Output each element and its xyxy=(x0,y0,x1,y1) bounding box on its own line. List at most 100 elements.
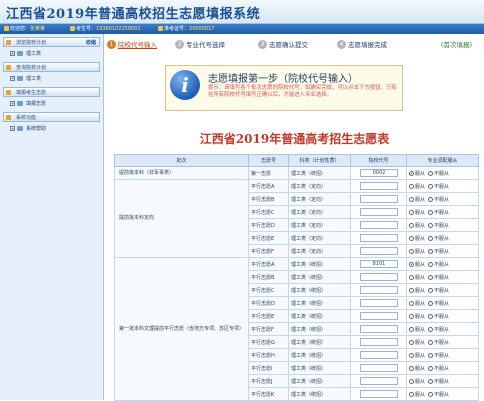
collapse-button[interactable]: 收缩 xyxy=(86,39,96,46)
school-code-input[interactable] xyxy=(359,195,398,203)
adjust-cell: 服从 不服从 xyxy=(406,244,479,258)
adjust-no-radio[interactable] xyxy=(428,222,434,228)
school-code-input[interactable] xyxy=(359,351,398,359)
adjust-yes-radio[interactable] xyxy=(409,313,414,319)
adjust-no-radio[interactable] xyxy=(428,326,434,332)
header-school-code: 院校代号 xyxy=(350,154,407,167)
sidebar-item-label: 理工类 xyxy=(26,51,42,57)
subject-type: 理工类（统招） xyxy=(288,361,351,375)
adjust-yes-radio[interactable] xyxy=(409,391,414,397)
adjust-yes-radio[interactable] xyxy=(409,170,414,176)
adjust-no-radio[interactable] xyxy=(428,378,434,384)
adjust-yes-radio[interactable] xyxy=(409,261,414,267)
sidebar-section-query-plans[interactable]: 查询院校计划 xyxy=(3,62,100,72)
adjust-yes-radio[interactable] xyxy=(409,339,414,345)
sidebar-item-fill-volunteer[interactable]: + 填报志愿 xyxy=(8,99,100,109)
adjust-yes-label: 服从 xyxy=(415,365,426,372)
school-code-input[interactable] xyxy=(359,299,398,307)
adjust-yes-radio[interactable] xyxy=(409,183,414,189)
adjust-no-radio[interactable] xyxy=(428,365,434,371)
volunteer-number: 平行志愿F xyxy=(248,244,289,258)
header-adjust: 专业调配服从 xyxy=(406,154,479,167)
school-code-cell xyxy=(350,361,407,375)
school-code-input[interactable] xyxy=(359,390,398,398)
adjust-yes-radio[interactable] xyxy=(409,235,414,241)
sidebar-section-fill-volunteer[interactable]: 填报考生志愿 xyxy=(3,87,100,97)
adjust-yes-radio[interactable] xyxy=(409,209,414,215)
sidebar-section-system[interactable]: 系统功能 xyxy=(3,112,100,122)
adjust-yes-label: 服从 xyxy=(415,287,426,294)
school-code-input[interactable] xyxy=(359,338,398,346)
adjust-no-radio[interactable] xyxy=(428,339,434,345)
sidebar-item-browse-science[interactable]: + 理工类 xyxy=(8,49,100,59)
adjust-yes-radio[interactable] xyxy=(409,352,414,358)
expand-icon[interactable]: + xyxy=(10,101,15,106)
school-code-input[interactable] xyxy=(359,312,398,320)
adjust-no-radio[interactable] xyxy=(428,274,434,280)
adjust-yes-label: 服从 xyxy=(415,391,426,398)
sidebar-section-title: 查询院校计划 xyxy=(16,65,47,71)
adjust-yes-radio[interactable] xyxy=(409,248,414,254)
adjust-yes-radio[interactable] xyxy=(409,326,414,332)
school-code-input[interactable] xyxy=(359,234,398,242)
adjust-yes-label: 服从 xyxy=(415,209,426,216)
adjust-no-radio[interactable] xyxy=(428,183,434,189)
adjust-cell: 服从 不服从 xyxy=(406,322,479,336)
volunteer-number: 平行志愿C xyxy=(248,205,289,219)
adjust-no-radio[interactable] xyxy=(428,300,434,306)
adjust-yes-radio[interactable] xyxy=(409,196,414,202)
adjust-no-radio[interactable] xyxy=(428,391,434,397)
adjust-no-radio[interactable] xyxy=(428,352,434,358)
sidebar-item-help[interactable]: + 系统帮助 xyxy=(8,124,100,134)
user-info-bar: 欢迎您：张某某 考生号：19360102150001 准考证号：20000017 xyxy=(0,24,484,34)
adjust-cell: 服从 不服从 xyxy=(406,309,479,323)
sidebar-item-label: 理工类 xyxy=(26,76,42,82)
admission-number-label: 准考证号： xyxy=(164,26,190,32)
school-code-input[interactable] xyxy=(359,221,398,229)
adjust-no-label: 不服从 xyxy=(434,313,450,320)
adjust-no-label: 不服从 xyxy=(434,261,450,268)
school-code-input[interactable] xyxy=(359,377,398,385)
expand-icon[interactable]: + xyxy=(10,126,15,131)
school-code-input[interactable] xyxy=(359,247,398,255)
step-1[interactable]: 1 院校代号输入 xyxy=(107,39,157,49)
folder-icon xyxy=(6,65,11,70)
school-code-input[interactable]: 0002 xyxy=(359,169,398,177)
adjust-yes-radio[interactable] xyxy=(409,300,414,306)
exam-number-info: 考生号：19360102150001 xyxy=(70,25,141,32)
school-code-input[interactable] xyxy=(359,364,398,372)
adjust-no-radio[interactable] xyxy=(428,170,434,176)
school-code-input[interactable]: 8101 xyxy=(359,260,398,268)
step-4: 4 志愿填报完成 xyxy=(337,39,387,49)
school-code-input[interactable] xyxy=(359,286,398,294)
adjust-no-radio[interactable] xyxy=(428,196,434,202)
sidebar-item-query-science[interactable]: + 理工类 xyxy=(8,74,100,84)
adjust-cell: 服从 不服从 xyxy=(406,205,479,219)
volunteer-number: 平行志愿D xyxy=(248,296,289,310)
adjust-yes-label: 服从 xyxy=(415,352,426,359)
batch-name: 提前批本科（非军事类） xyxy=(114,166,249,180)
school-code-input[interactable] xyxy=(359,325,398,333)
expand-icon[interactable]: + xyxy=(10,51,15,56)
sidebar-section-browse-plans[interactable]: 浏览院校计划 收缩 xyxy=(3,37,100,47)
adjust-no-radio[interactable] xyxy=(428,209,434,215)
school-code-input[interactable] xyxy=(359,208,398,216)
adjust-no-radio[interactable] xyxy=(428,287,434,293)
adjust-yes-radio[interactable] xyxy=(409,274,414,280)
adjust-no-radio[interactable] xyxy=(428,261,434,267)
header-batch: 批次 xyxy=(114,154,249,167)
adjust-yes-radio[interactable] xyxy=(409,378,414,384)
expand-icon[interactable]: + xyxy=(10,76,15,81)
adjust-yes-radio[interactable] xyxy=(409,287,414,293)
adjust-yes-radio[interactable] xyxy=(409,222,414,228)
sidebar-item-label: 系统帮助 xyxy=(26,126,47,132)
school-code-input[interactable] xyxy=(359,273,398,281)
adjust-yes-radio[interactable] xyxy=(409,365,414,371)
school-code-input[interactable] xyxy=(359,182,398,190)
subject-type: 理工类（统招） xyxy=(288,283,351,297)
notice-box: i 志愿填报第一步（院校代号输入） 提示：请填写各个批次志愿的院校代号，如确实完… xyxy=(165,65,403,111)
adjust-no-radio[interactable] xyxy=(428,235,434,241)
adjust-no-radio[interactable] xyxy=(428,248,434,254)
adjust-no-radio[interactable] xyxy=(428,313,434,319)
first-fill-link[interactable]: (首次填报) xyxy=(441,39,472,49)
